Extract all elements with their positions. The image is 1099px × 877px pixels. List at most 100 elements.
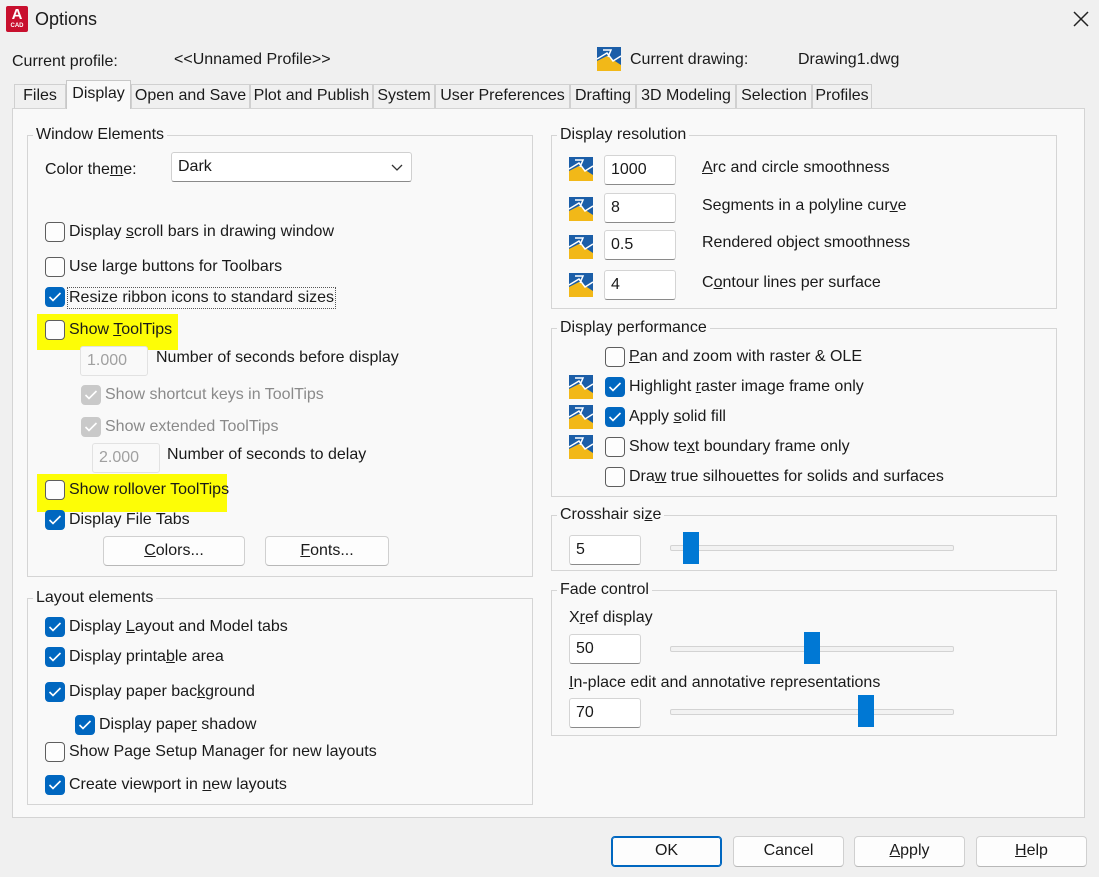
checkmark-icon	[48, 687, 62, 697]
layout-tabs-checkbox[interactable]	[45, 617, 65, 637]
ok-button[interactable]: OK	[611, 836, 722, 867]
colors-button[interactable]: Colors...	[103, 536, 245, 566]
true-silhouettes-checkbox[interactable]	[605, 467, 625, 487]
tab-files[interactable]: Files	[14, 84, 66, 108]
crosshair-slider-track[interactable]	[670, 545, 954, 551]
close-icon[interactable]	[1068, 6, 1094, 32]
layout-elements-legend: Layout elements	[33, 588, 157, 608]
page-setup-checkbox[interactable]	[45, 742, 65, 762]
large-buttons-checkbox[interactable]	[45, 257, 65, 277]
drawing-saved-icon	[569, 157, 593, 181]
checkmark-icon	[48, 292, 62, 302]
drawing-file-icon	[597, 47, 621, 71]
rendered-smoothness-label: Rendered object smoothness	[702, 234, 911, 251]
fade-control-legend: Fade control	[557, 580, 652, 600]
paper-background-label: Display paper background	[69, 683, 255, 700]
arc-smoothness-label: Arc and circle smoothness	[702, 159, 890, 176]
inplace-edit-label: In-place edit and annotative representat…	[569, 674, 881, 691]
cancel-button[interactable]: Cancel	[733, 836, 844, 867]
page-setup-label: Show Page Setup Manager for new layouts	[69, 743, 377, 760]
highlight-raster-checkbox[interactable]	[605, 377, 625, 397]
current-profile-label: Current profile:	[12, 53, 118, 70]
checkmark-icon	[48, 622, 62, 632]
extended-tooltips-checkbox[interactable]	[81, 417, 101, 437]
checkmark-icon	[48, 780, 62, 790]
tab-system[interactable]: System	[373, 84, 435, 108]
printable-area-checkbox[interactable]	[45, 647, 65, 667]
inplace-slider-thumb[interactable]	[857, 695, 874, 727]
paper-shadow-checkbox[interactable]	[75, 715, 95, 735]
help-button[interactable]: Help	[976, 836, 1087, 867]
crosshair-size-input[interactable]: 5	[569, 535, 641, 565]
checkmark-icon	[84, 422, 98, 432]
tab-drafting[interactable]: Drafting	[570, 84, 636, 108]
delay-seconds-label: Number of seconds to delay	[167, 446, 367, 463]
contour-lines-label: Contour lines per surface	[702, 274, 881, 291]
text-boundary-label: Show text boundary frame only	[629, 438, 850, 455]
crosshair-size-legend: Crosshair size	[557, 505, 665, 525]
polyline-segments-label: Segments in a polyline curve	[702, 197, 907, 214]
delay-seconds-input[interactable]: 2.000	[92, 443, 160, 473]
tooltip-seconds-input[interactable]: 1.000	[80, 346, 148, 376]
apply-solid-fill-checkbox[interactable]	[605, 407, 625, 427]
current-profile-value: <<Unnamed Profile>>	[174, 51, 331, 68]
polyline-segments-input[interactable]: 8	[604, 193, 676, 223]
resize-icons-checkbox[interactable]	[45, 287, 65, 307]
tab-display[interactable]: Display	[66, 80, 131, 109]
drawing-saved-icon	[569, 405, 593, 429]
autocad-app-icon: A CAD	[6, 6, 28, 32]
shortcut-keys-checkbox[interactable]	[81, 385, 101, 405]
xref-slider-thumb[interactable]	[804, 632, 820, 664]
resize-icons-label: Resize ribbon icons to standard sizes	[67, 287, 337, 309]
tab-3d-modeling[interactable]: 3D Modeling	[636, 84, 736, 108]
display-performance-legend: Display performance	[557, 318, 710, 338]
pan-zoom-raster-checkbox[interactable]	[605, 347, 625, 367]
drawing-saved-icon	[569, 197, 593, 221]
printable-area-label: Display printable area	[69, 648, 224, 665]
extended-tooltips-label: Show extended ToolTips	[105, 418, 279, 435]
create-viewport-label: Create viewport in new layouts	[69, 776, 287, 793]
drawing-saved-icon	[569, 435, 593, 459]
current-drawing-label: Current drawing:	[630, 51, 749, 68]
tab-plot-and-publish[interactable]: Plot and Publish	[250, 84, 373, 108]
xref-display-input[interactable]: 50	[569, 634, 641, 664]
color-theme-value: Dark	[178, 158, 212, 175]
contour-lines-input[interactable]: 4	[604, 270, 676, 300]
tab-selection[interactable]: Selection	[736, 84, 812, 108]
window-elements-legend: Window Elements	[33, 125, 168, 145]
inplace-slider-track[interactable]	[670, 709, 954, 715]
window-title: Options	[35, 9, 98, 29]
paper-background-checkbox[interactable]	[45, 682, 65, 702]
show-tooltips-checkbox[interactable]	[45, 320, 65, 340]
pan-zoom-raster-label: Pan and zoom with raster & OLE	[629, 348, 862, 365]
crosshair-slider-thumb[interactable]	[683, 532, 700, 564]
file-tabs-checkbox[interactable]	[45, 510, 65, 530]
drawing-saved-icon	[569, 235, 593, 259]
drawing-saved-icon	[569, 273, 593, 297]
create-viewport-checkbox[interactable]	[45, 775, 65, 795]
checkmark-icon	[48, 515, 62, 525]
apply-solid-fill-label: Apply solid fill	[629, 408, 726, 425]
display-resolution-legend: Display resolution	[557, 125, 690, 145]
tab-open-and-save[interactable]: Open and Save	[131, 84, 250, 108]
checkmark-icon	[48, 652, 62, 662]
large-buttons-label: Use large buttons for Toolbars	[69, 258, 283, 275]
tab-user-preferences[interactable]: User Preferences	[435, 84, 570, 108]
checkmark-icon	[608, 382, 622, 392]
fonts-button[interactable]: Fonts...	[265, 536, 389, 566]
highlight-raster-label: Highlight raster image frame only	[629, 378, 864, 395]
true-silhouettes-label: Draw true silhouettes for solids and sur…	[629, 468, 944, 485]
apply-button[interactable]: Apply	[854, 836, 965, 867]
rendered-smoothness-input[interactable]: 0.5	[604, 230, 676, 260]
shortcut-keys-label: Show shortcut keys in ToolTips	[105, 386, 324, 403]
scroll-bars-checkbox[interactable]	[45, 222, 65, 242]
color-theme-select[interactable]: Dark	[171, 152, 412, 182]
color-theme-label: Color theme:	[45, 161, 137, 178]
rollover-tooltips-checkbox[interactable]	[45, 480, 65, 500]
arc-smoothness-input[interactable]: 1000	[604, 155, 676, 185]
text-boundary-checkbox[interactable]	[605, 437, 625, 457]
inplace-edit-input[interactable]: 70	[569, 698, 641, 728]
xref-display-label: Xref display	[569, 609, 653, 626]
tab-profiles[interactable]: Profiles	[812, 84, 872, 108]
file-tabs-label: Display File Tabs	[69, 511, 190, 528]
